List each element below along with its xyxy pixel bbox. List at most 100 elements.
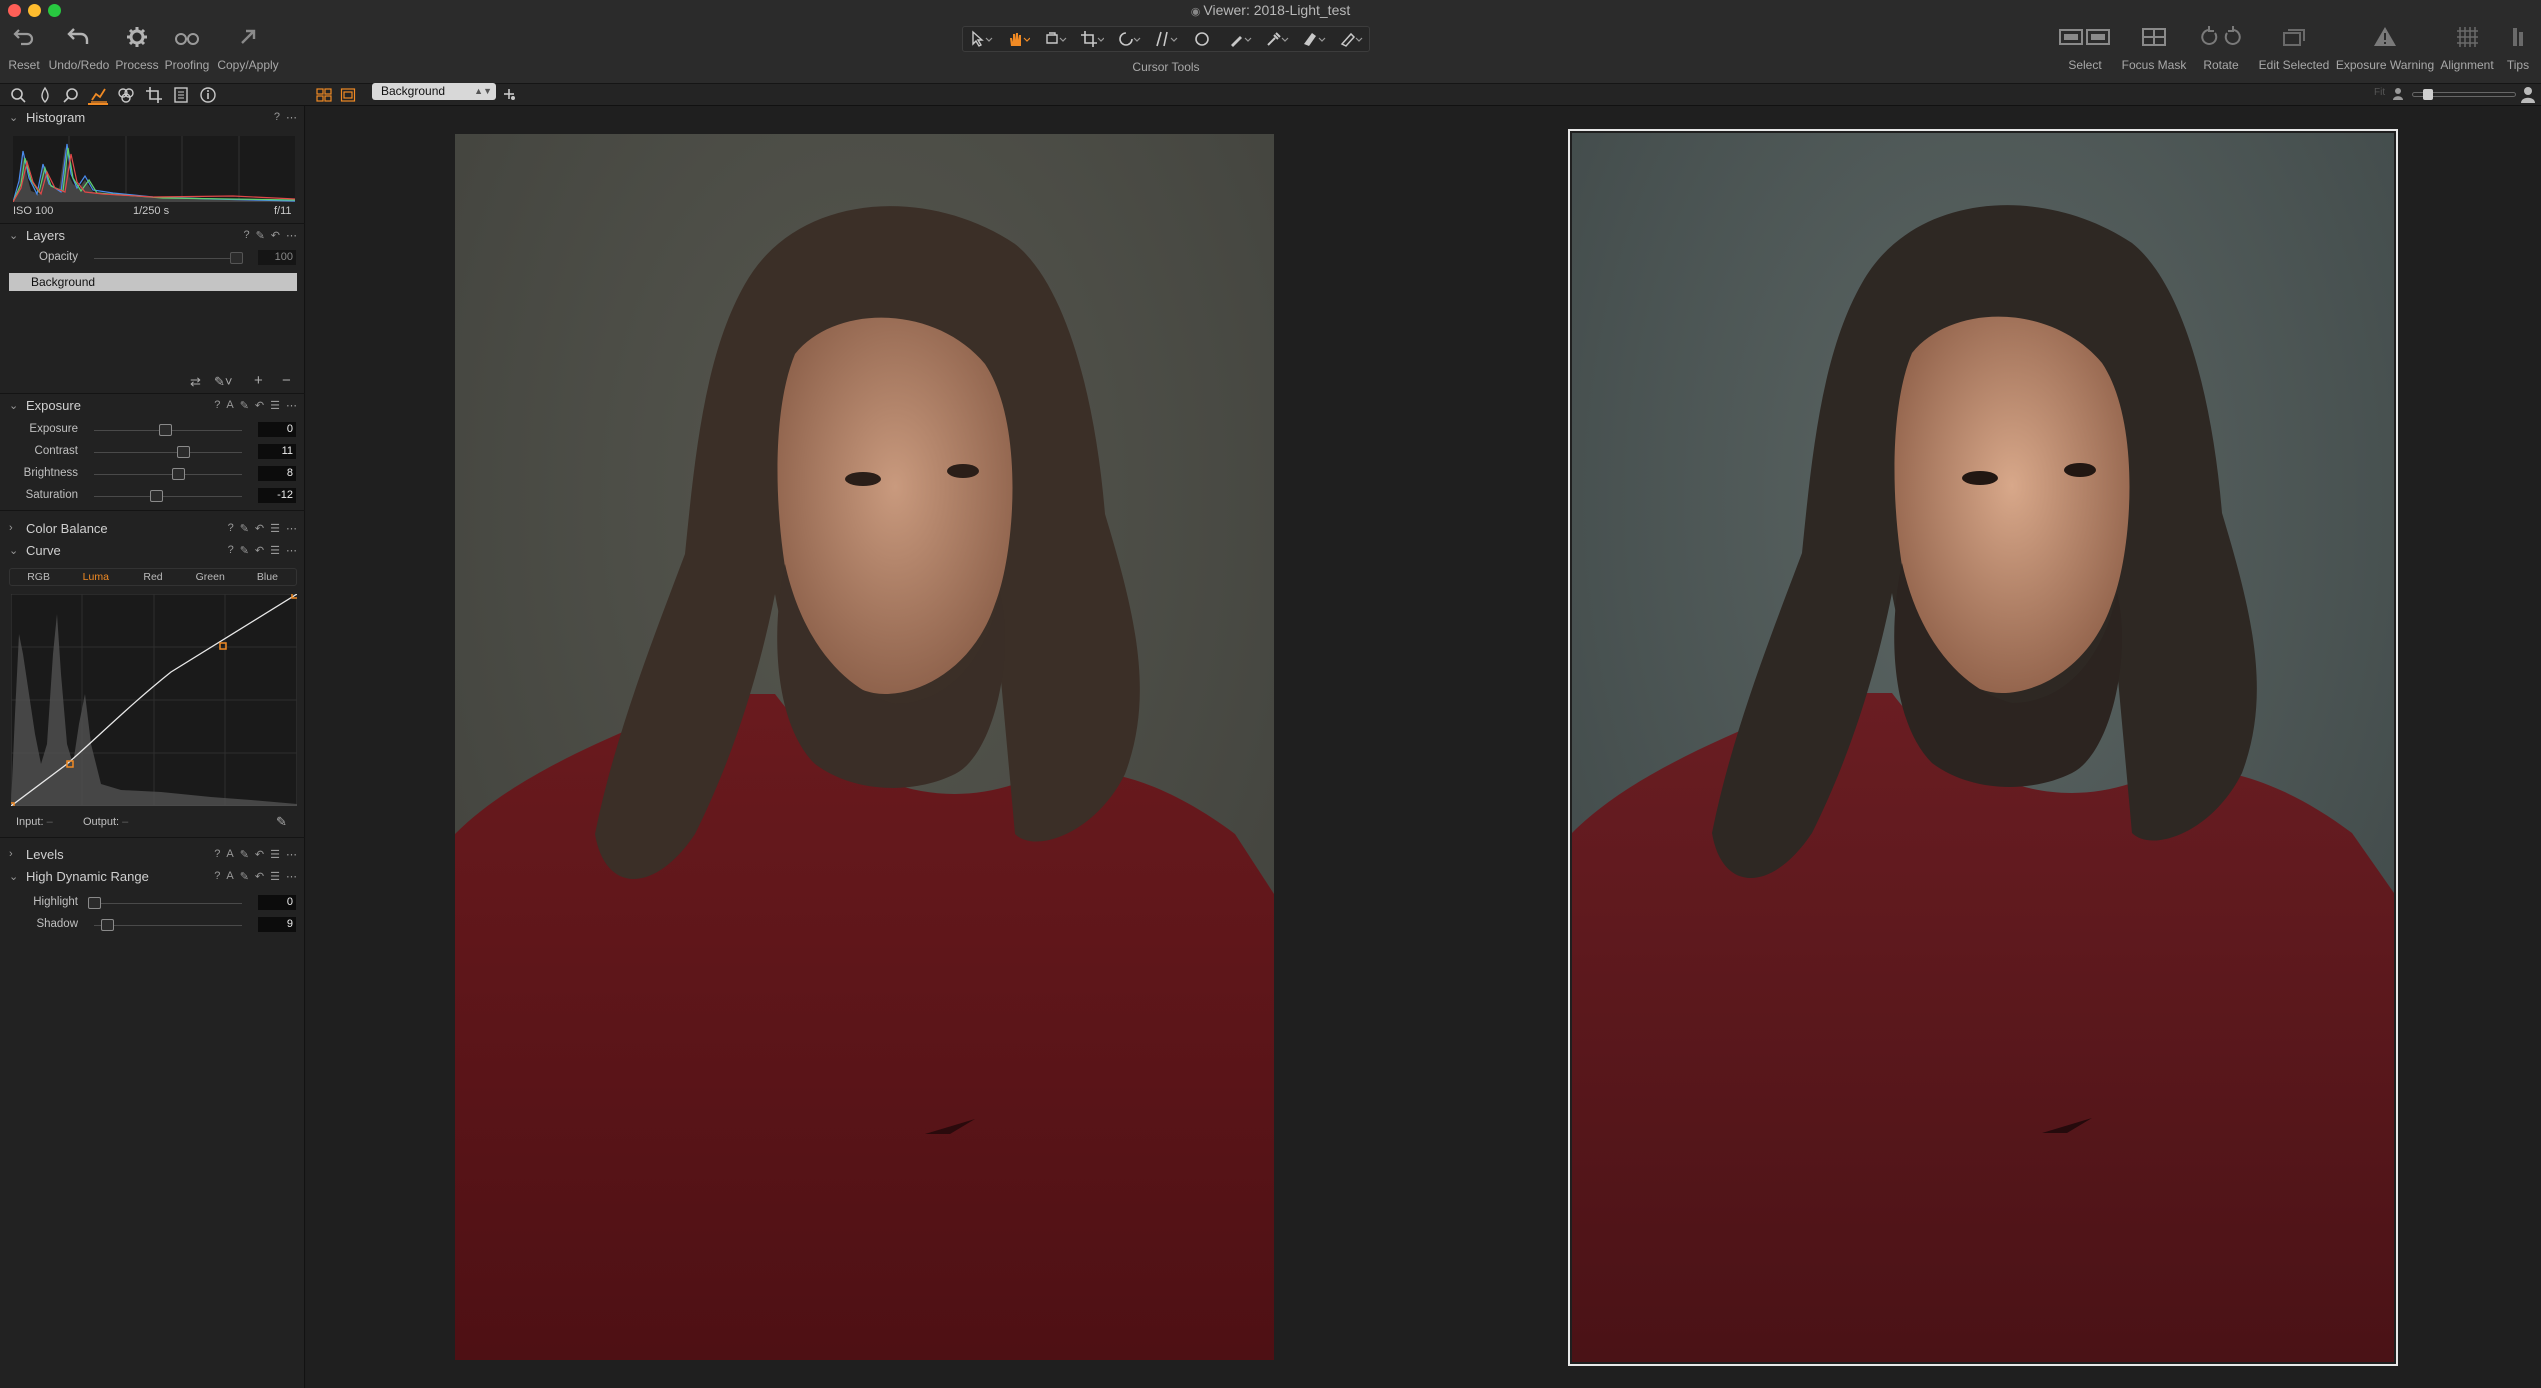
proofing-button[interactable]: Proofing <box>163 22 211 72</box>
more-icon[interactable]: ⋯ <box>286 399 297 412</box>
focus-mask-button[interactable]: Focus Mask <box>2120 22 2188 72</box>
more-icon[interactable]: ⋯ <box>286 522 297 535</box>
more-icon[interactable]: ⋯ <box>286 229 297 242</box>
reset-button[interactable]: Reset <box>4 22 44 72</box>
reset-small-icon[interactable]: ↶ <box>255 522 264 535</box>
process-button[interactable]: Process <box>114 22 160 72</box>
photo-before[interactable] <box>455 134 1274 1360</box>
curve-tab-luma[interactable]: Luma <box>67 569 124 585</box>
highlight-slider-knob[interactable] <box>88 897 101 909</box>
shadow-slider-track[interactable] <box>94 925 242 926</box>
auto-icon[interactable]: A <box>226 399 233 412</box>
select-button[interactable]: Select <box>2057 22 2113 72</box>
auto-icon[interactable]: A <box>226 870 233 883</box>
help-icon[interactable]: ? <box>228 522 234 535</box>
help-icon[interactable]: ? <box>214 399 220 412</box>
rotate-tool[interactable] <box>1115 29 1143 49</box>
picker-icon[interactable]: ✎ <box>240 399 249 412</box>
reset-small-icon[interactable]: ↶ <box>255 848 264 861</box>
picker-icon[interactable]: ✎ <box>256 229 265 242</box>
help-icon[interactable]: ? <box>274 111 280 124</box>
exposure-warning-button[interactable]: Exposure Warning <box>2335 22 2435 72</box>
saturation-slider-knob[interactable] <box>150 490 164 502</box>
reset-small-icon[interactable]: ↶ <box>255 544 264 557</box>
presets-icon[interactable]: ☰ <box>270 870 280 883</box>
more-icon[interactable]: ⋯ <box>286 848 297 861</box>
layer-brush-icon[interactable]: ✎˅ <box>214 374 232 390</box>
saturation-value[interactable]: -12 <box>258 488 296 503</box>
help-icon[interactable]: ? <box>243 229 249 242</box>
shadow-value[interactable]: 9 <box>258 917 296 932</box>
shadow-slider-knob[interactable] <box>101 919 115 931</box>
opacity-value[interactable]: 100 <box>258 250 296 265</box>
presets-icon[interactable]: ☰ <box>270 544 280 557</box>
highlight-slider-track[interactable] <box>94 903 242 904</box>
picker-icon[interactable]: ✎ <box>240 544 249 557</box>
layer-select-dropdown[interactable]: Background ▲▼ <box>372 83 496 100</box>
add-layer-plus-icon[interactable]: + <box>254 372 263 389</box>
contrast-slider-knob[interactable] <box>176 446 190 458</box>
more-icon[interactable]: ⋯ <box>286 111 297 124</box>
color-tab-icon[interactable] <box>90 86 108 104</box>
draw-mask-tool[interactable] <box>1226 29 1254 49</box>
erase-tool[interactable] <box>1337 29 1365 49</box>
more-icon[interactable]: ⋯ <box>286 870 297 883</box>
loupe-tool[interactable] <box>1041 29 1069 49</box>
opacity-slider-knob[interactable] <box>230 252 243 264</box>
edit-selected-button[interactable]: Edit Selected <box>2256 22 2332 72</box>
help-icon[interactable]: ? <box>214 870 220 883</box>
layer-row-background[interactable]: Background <box>9 273 297 291</box>
color-balance-header[interactable]: › Color Balance ? ✎ ↶ ☰ ⋯ <box>0 519 305 539</box>
zoom-slider[interactable] <box>2412 89 2516 100</box>
copy-apply-button[interactable]: Copy/Apply <box>216 22 280 72</box>
reset-small-icon[interactable]: ↶ <box>271 229 280 242</box>
picker-icon[interactable]: ✎ <box>240 522 249 535</box>
help-icon[interactable]: ? <box>214 848 220 861</box>
hand-tool[interactable] <box>1004 29 1032 49</box>
presets-icon[interactable]: ☰ <box>270 399 280 412</box>
remove-layer-minus-icon[interactable]: − <box>282 372 291 389</box>
tips-button[interactable]: Tips <box>2500 22 2536 72</box>
exposure-value[interactable]: 0 <box>258 422 296 437</box>
curve-tab-red[interactable]: Red <box>124 569 181 585</box>
lens-tab-icon[interactable] <box>62 86 80 104</box>
exposure-header[interactable]: ⌄ Exposure ? A ✎ ↶ ☰ ⋯ <box>0 396 305 416</box>
metadata-tab-icon[interactable] <box>199 86 217 104</box>
highlight-value[interactable]: 0 <box>258 895 296 910</box>
curve-tab-green[interactable]: Green <box>182 569 239 585</box>
pan-pointer-tool[interactable] <box>967 29 995 49</box>
picker-tool[interactable] <box>1263 29 1291 49</box>
curve-header[interactable]: ⌄ Curve ? ✎ ↶ ☰ ⋯ <box>0 541 305 561</box>
picker-icon[interactable]: ✎ <box>240 870 249 883</box>
brightness-slider-knob[interactable] <box>172 468 186 480</box>
single-view-icon[interactable] <box>340 87 356 103</box>
spot-removal-tool[interactable] <box>1189 29 1217 49</box>
library-tab-icon[interactable] <box>9 86 27 104</box>
keystone-tool[interactable] <box>1152 29 1180 49</box>
more-icon[interactable]: ⋯ <box>286 544 297 557</box>
hdr-header[interactable]: ⌄ High Dynamic Range ? A ✎ ↶ ☰ ⋯ <box>0 867 305 887</box>
zoom-slider-knob[interactable] <box>2423 89 2433 100</box>
curve-eyedropper-icon[interactable]: ✎ <box>276 814 287 830</box>
rotate-button[interactable]: Rotate <box>2196 22 2246 72</box>
curve-tab-blue[interactable]: Blue <box>239 569 296 585</box>
contrast-slider-track[interactable] <box>94 452 242 453</box>
histogram-header[interactable]: ⌄ Histogram ? ⋯ <box>0 108 305 128</box>
photo-after[interactable] <box>1572 133 2394 1362</box>
auto-icon[interactable]: A <box>226 848 233 861</box>
levels-header[interactable]: › Levels ? A ✎ ↶ ☰ ⋯ <box>0 845 305 865</box>
curve-graph[interactable] <box>11 594 297 806</box>
crop-tool[interactable] <box>1078 29 1106 49</box>
alignment-button[interactable]: Alignment <box>2438 22 2496 72</box>
reset-small-icon[interactable]: ↶ <box>255 870 264 883</box>
presets-icon[interactable]: ☰ <box>270 522 280 535</box>
exposure-slider-knob[interactable] <box>159 424 173 436</box>
gradient-mask-tool[interactable] <box>1300 29 1328 49</box>
picker-icon[interactable]: ✎ <box>240 848 249 861</box>
saturation-slider-track[interactable] <box>94 496 242 497</box>
add-layer-icon[interactable] <box>502 87 516 101</box>
help-icon[interactable]: ? <box>228 544 234 557</box>
opacity-slider-track[interactable] <box>94 258 242 259</box>
layers-header[interactable]: ⌄ Layers ? ✎ ↶ ⋯ <box>0 226 305 246</box>
grid-view-icon[interactable] <box>316 87 332 103</box>
